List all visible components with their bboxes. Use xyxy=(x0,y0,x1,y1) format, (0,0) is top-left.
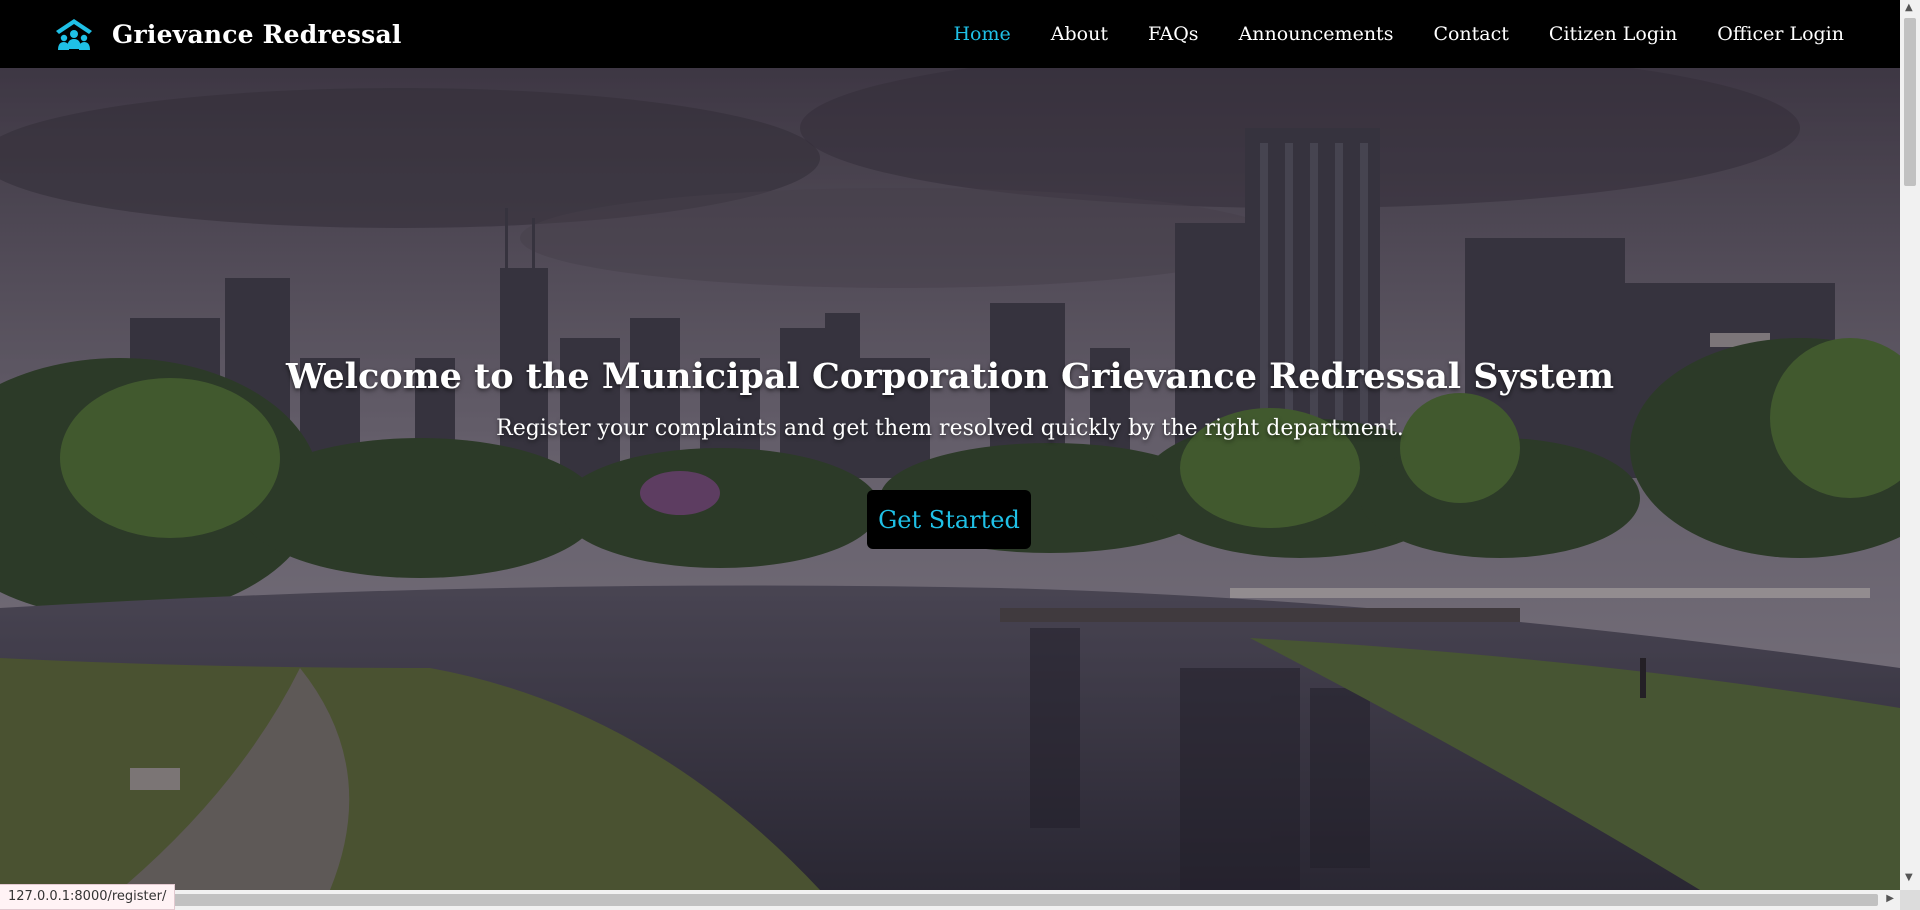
navbar: Grievance Redressal Home About FAQs Anno… xyxy=(0,0,1900,68)
hero-subtitle: Register your complaints and get them re… xyxy=(496,416,1404,441)
scroll-down-icon[interactable]: ▼ xyxy=(1905,872,1913,883)
scrollbar-corner xyxy=(1900,890,1920,910)
brand-title: Grievance Redressal xyxy=(112,19,402,49)
scroll-right-icon[interactable]: ▶ xyxy=(1886,893,1894,904)
hero-section: Welcome to the Municipal Corporation Gri… xyxy=(0,68,1900,890)
nav-home[interactable]: Home xyxy=(953,23,1010,45)
main-nav: Home About FAQs Announcements Contact Ci… xyxy=(913,0,1844,68)
horizontal-scroll-thumb[interactable] xyxy=(18,894,1878,906)
get-started-button[interactable]: Get Started xyxy=(867,490,1031,549)
nav-contact[interactable]: Contact xyxy=(1433,23,1508,45)
hero-title: Welcome to the Municipal Corporation Gri… xyxy=(285,356,1615,397)
hero-content: Welcome to the Municipal Corporation Gri… xyxy=(0,68,1900,890)
nav-faqs[interactable]: FAQs xyxy=(1148,23,1199,45)
vertical-scroll-thumb[interactable] xyxy=(1904,18,1916,186)
horizontal-scrollbar[interactable]: ▶ xyxy=(0,890,1900,910)
status-bar-url: 127.0.0.1:8000/register/ xyxy=(0,884,176,910)
nav-announcements[interactable]: Announcements xyxy=(1239,23,1394,45)
scroll-up-icon[interactable]: ▲ xyxy=(1905,2,1913,13)
nav-officer-login[interactable]: Officer Login xyxy=(1717,23,1844,45)
nav-citizen-login[interactable]: Citizen Login xyxy=(1549,23,1677,45)
brand[interactable]: Grievance Redressal xyxy=(54,17,402,51)
people-house-icon xyxy=(56,19,92,50)
nav-about[interactable]: About xyxy=(1051,23,1108,45)
vertical-scrollbar[interactable]: ▲ ▼ xyxy=(1900,0,1920,890)
